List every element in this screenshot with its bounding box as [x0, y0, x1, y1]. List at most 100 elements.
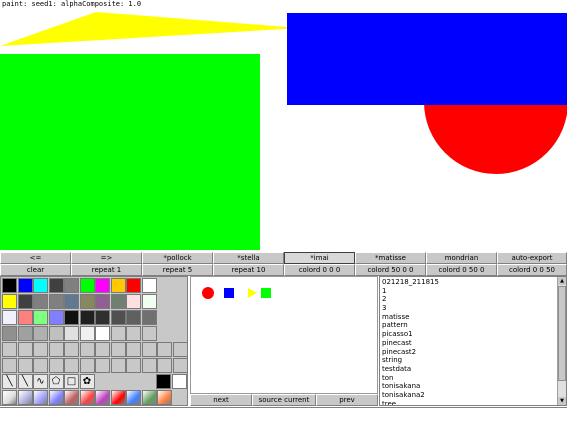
- green-rectangle[interactable]: [0, 54, 260, 250]
- composite-preset-swatch[interactable]: [110, 390, 126, 405]
- button-colord-0-0-50[interactable]: colord 0 0 50: [497, 264, 567, 276]
- curve-tool-icon[interactable]: ∿: [33, 374, 48, 389]
- blue-rectangle[interactable]: [287, 13, 567, 105]
- color-swatch[interactable]: [141, 294, 157, 309]
- composite-preset-swatch[interactable]: [64, 390, 79, 405]
- composite-preset-swatch[interactable]: [157, 390, 172, 405]
- preview-red-circle[interactable]: [202, 287, 214, 299]
- scroll-down-arrow-icon[interactable]: ▼: [558, 397, 566, 405]
- color-swatch[interactable]: [126, 294, 141, 309]
- polygon-tool-icon[interactable]: ⬠: [48, 374, 64, 389]
- background-color[interactable]: [172, 374, 187, 389]
- line-tool-icon[interactable]: ╲: [2, 374, 17, 389]
- file-list-item[interactable]: tonisakana: [381, 382, 557, 391]
- color-swatch[interactable]: [110, 278, 126, 293]
- file-list-scrollbar[interactable]: ▲ ▼: [557, 277, 566, 405]
- empty-swatch[interactable]: [17, 358, 33, 373]
- color-swatch[interactable]: [17, 278, 33, 293]
- color-swatch[interactable]: [48, 294, 64, 309]
- color-swatch[interactable]: [2, 294, 17, 309]
- file-list-item[interactable]: testdata: [381, 365, 557, 374]
- next-button[interactable]: next: [190, 394, 252, 406]
- color-swatch[interactable]: [64, 278, 79, 293]
- button-imai[interactable]: *imai: [284, 252, 355, 264]
- file-list-item[interactable]: pinecast2: [381, 348, 557, 357]
- color-swatch[interactable]: [126, 326, 141, 341]
- pattern-file-list[interactable]: 021218_211815 1 2 3 matisse pattern picasso1 pi…: [379, 276, 567, 406]
- empty-swatch[interactable]: [79, 342, 95, 357]
- empty-swatch[interactable]: [2, 342, 17, 357]
- preview-green-square[interactable]: [261, 288, 271, 298]
- empty-swatch[interactable]: [64, 342, 79, 357]
- color-swatch[interactable]: [33, 278, 48, 293]
- file-list-item[interactable]: pinecast: [381, 339, 557, 348]
- color-swatch[interactable]: [95, 310, 110, 325]
- brush-tool-icon[interactable]: ╲: [17, 374, 33, 389]
- color-swatch[interactable]: [79, 310, 95, 325]
- color-swatch[interactable]: [110, 326, 126, 341]
- color-swatch[interactable]: [126, 278, 141, 293]
- drawing-canvas[interactable]: [0, 10, 567, 250]
- file-list-item[interactable]: 1: [381, 287, 557, 296]
- button-matisse[interactable]: *matisse: [355, 252, 426, 264]
- empty-swatch[interactable]: [64, 358, 79, 373]
- color-swatch[interactable]: [126, 310, 141, 325]
- color-swatch[interactable]: [2, 326, 17, 341]
- empty-swatch[interactable]: [33, 358, 48, 373]
- source-current-button[interactable]: source current: [252, 394, 316, 406]
- composite-preset-swatch[interactable]: [79, 390, 95, 405]
- foreground-color[interactable]: [156, 374, 171, 389]
- color-swatch[interactable]: [141, 278, 157, 293]
- composite-preset-swatch[interactable]: [95, 390, 110, 405]
- color-swatch[interactable]: [110, 294, 126, 309]
- composite-preset-swatch[interactable]: [17, 390, 33, 405]
- empty-swatch[interactable]: [126, 358, 141, 373]
- preview-blue-square[interactable]: [224, 288, 234, 298]
- color-swatch[interactable]: [17, 294, 33, 309]
- composite-preset-swatch[interactable]: [2, 390, 17, 405]
- color-swatch[interactable]: [141, 326, 157, 341]
- button-pollock[interactable]: *pollock: [142, 252, 213, 264]
- file-list-item[interactable]: tree: [381, 400, 557, 405]
- empty-swatch[interactable]: [157, 342, 172, 357]
- color-swatch[interactable]: [95, 278, 110, 293]
- empty-swatch[interactable]: [172, 342, 188, 357]
- button-colord-50-0-0[interactable]: colord 50 0 0: [355, 264, 426, 276]
- color-swatch[interactable]: [48, 278, 64, 293]
- color-swatch[interactable]: [141, 310, 157, 325]
- file-list-item[interactable]: tonisakana2: [381, 391, 557, 400]
- empty-swatch[interactable]: [126, 342, 141, 357]
- empty-swatch[interactable]: [48, 342, 64, 357]
- yellow-triangle[interactable]: [0, 12, 300, 46]
- button-auto-export[interactable]: auto-export: [497, 252, 567, 264]
- empty-swatch[interactable]: [110, 342, 126, 357]
- empty-swatch[interactable]: [95, 342, 110, 357]
- color-swatch[interactable]: [95, 326, 110, 341]
- color-swatch[interactable]: [48, 326, 64, 341]
- composite-preset-swatch[interactable]: [48, 390, 64, 405]
- scroll-thumb[interactable]: [558, 286, 566, 381]
- empty-swatch[interactable]: [141, 358, 157, 373]
- button-repeat-10[interactable]: repeat 10: [213, 264, 284, 276]
- color-swatch[interactable]: [2, 278, 17, 293]
- color-swatch[interactable]: [64, 294, 79, 309]
- file-list-item[interactable]: ton: [381, 374, 557, 383]
- file-list-item[interactable]: pattern: [381, 321, 557, 330]
- button-stella[interactable]: *stella: [213, 252, 284, 264]
- button-clear[interactable]: clear: [0, 264, 71, 276]
- color-swatch[interactable]: [79, 294, 95, 309]
- file-list-item[interactable]: 021218_211815: [381, 278, 557, 287]
- button-mondrian[interactable]: mondrian: [426, 252, 497, 264]
- scroll-up-arrow-icon[interactable]: ▲: [558, 277, 566, 285]
- preview-yellow-triangle[interactable]: [248, 288, 257, 298]
- color-swatch[interactable]: [64, 310, 79, 325]
- button-repeat-5[interactable]: repeat 5: [142, 264, 213, 276]
- color-swatch[interactable]: [79, 278, 95, 293]
- color-swatch[interactable]: [79, 326, 95, 341]
- empty-swatch[interactable]: [157, 358, 172, 373]
- composite-preset-swatch[interactable]: [141, 390, 157, 405]
- empty-swatch[interactable]: [110, 358, 126, 373]
- empty-swatch[interactable]: [17, 342, 33, 357]
- file-list-item[interactable]: picasso1: [381, 330, 557, 339]
- empty-swatch[interactable]: [95, 358, 110, 373]
